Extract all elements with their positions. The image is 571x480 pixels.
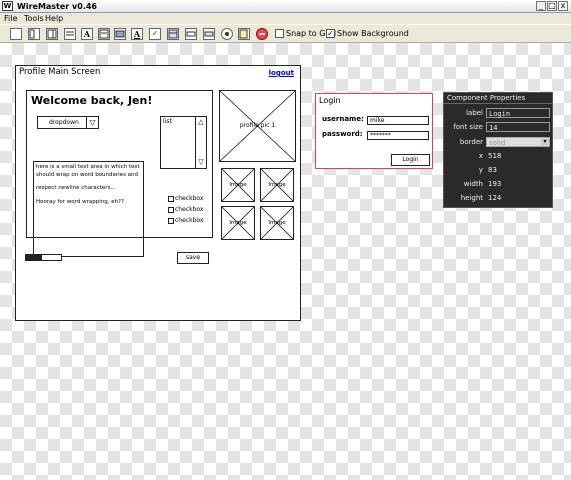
snap-to-grid-checkbox[interactable]	[275, 29, 284, 38]
checkbox-icon	[168, 195, 174, 202]
menu-file[interactable]: File	[4, 13, 17, 24]
mockup-image[interactable]: Image	[221, 168, 255, 202]
rectangle-tool-icon[interactable]	[10, 28, 22, 40]
prop-width-label: width	[463, 180, 483, 188]
mockup-dropdown-label: dropdown	[49, 119, 79, 126]
mockup-login-dialog[interactable]: Login username: mike password: ******* L…	[315, 93, 433, 169]
prop-width-value[interactable]: 193	[486, 179, 550, 189]
mockup-image[interactable]: Image	[221, 206, 255, 240]
list-tool-icon[interactable]	[64, 28, 76, 40]
prop-font-size-input[interactable]: 14	[486, 122, 550, 132]
stop-icon[interactable]	[256, 28, 268, 40]
mockup-checkbox[interactable]: checkbox	[168, 195, 203, 202]
prop-font-size-label: font size	[453, 123, 483, 131]
mockup-checkbox[interactable]: checkbox	[168, 206, 203, 213]
note-tool-icon[interactable]	[238, 28, 250, 40]
mockup-screen-title: Profile Main Screen	[19, 67, 101, 77]
mockup-profile-screen[interactable]: Profile Main Screen logout Welcome back,…	[15, 65, 301, 321]
prop-height-label: height	[460, 194, 483, 202]
text-tool-icon[interactable]: A	[81, 28, 93, 40]
scroll-down-icon[interactable]: ▽	[196, 157, 206, 168]
textarea-tool-icon[interactable]	[98, 28, 110, 40]
label-tool-icon[interactable]: A	[131, 28, 143, 40]
prop-y-label: y	[478, 166, 483, 174]
mockup-image-label: Image	[268, 182, 286, 188]
username-field[interactable]: mike	[367, 116, 429, 125]
minimize-button[interactable]: _	[536, 1, 546, 11]
username-label: username:	[322, 115, 364, 123]
mockup-dropdown[interactable]: dropdown ▽	[37, 116, 99, 129]
table-tool-icon[interactable]	[167, 28, 179, 40]
close-button[interactable]: x	[558, 1, 568, 11]
dropdown-tool-icon[interactable]	[185, 28, 197, 40]
password-label: password:	[322, 130, 363, 138]
mockup-checkbox-label: checkbox	[175, 195, 204, 202]
component-properties-panel: Component Properties label Login font si…	[443, 92, 553, 208]
window-title: WireMaster v0.46	[17, 2, 97, 11]
image-tool-icon[interactable]	[114, 28, 126, 40]
login-title: Login	[319, 96, 341, 105]
mockup-image-label: Image	[229, 220, 247, 226]
mockup-image-label: Image	[268, 220, 286, 226]
mockup-profile-pic[interactable]: profile pic 1	[219, 90, 296, 162]
prop-x-label: x	[478, 152, 483, 160]
chevron-down-icon[interactable]: ▾	[541, 138, 549, 146]
window-tool-icon[interactable]	[46, 28, 58, 40]
maximize-button[interactable]: □	[547, 1, 557, 11]
menu-help[interactable]: Help	[45, 13, 63, 24]
mockup-image-label: Image	[229, 182, 247, 188]
mockup-checkbox-label: checkbox	[175, 217, 204, 224]
textarea-line: here is a small text area in which text …	[36, 164, 140, 178]
mockup-profile-pic-label: profile pic 1	[239, 122, 276, 129]
show-background-label: Show Background	[337, 29, 409, 38]
textarea-line: Hooray for word wrapping, eh??	[36, 198, 124, 205]
menu-bar: File Tools Help	[0, 13, 571, 24]
app-window: W WireMaster v0.46 _ □ x File Tools Help…	[0, 0, 571, 480]
mockup-logout-link[interactable]: logout	[269, 69, 294, 77]
mockup-image[interactable]: Image	[260, 206, 294, 240]
prop-x-value[interactable]: 518	[486, 151, 550, 161]
mockup-welcome-heading: Welcome back, Jen!	[31, 94, 153, 107]
design-canvas[interactable]: Profile Main Screen logout Welcome back,…	[0, 43, 571, 480]
login-button[interactable]: Login	[391, 154, 430, 166]
prop-label-input[interactable]: Login	[486, 108, 550, 118]
app-logo-icon: W	[2, 1, 13, 11]
prop-border-select[interactable]: solid ▾	[486, 137, 550, 147]
properties-title: Component Properties	[444, 93, 552, 104]
toolbar: A A ✓ Snap to Grid ✓ Show Background	[0, 24, 571, 43]
checkbox-icon	[168, 217, 174, 224]
scroll-up-icon[interactable]: △	[196, 117, 206, 128]
prop-y-value[interactable]: 83	[486, 165, 550, 175]
chevron-down-icon[interactable]: ▽	[86, 116, 99, 129]
mockup-checkbox[interactable]: checkbox	[168, 217, 203, 224]
button-tool-icon[interactable]	[203, 28, 215, 40]
prop-height-value[interactable]: 124	[486, 193, 550, 203]
mockup-image[interactable]: Image	[260, 168, 294, 202]
mockup-checkbox-label: checkbox	[175, 206, 204, 213]
mockup-save-button[interactable]: save	[177, 252, 209, 264]
menu-tools[interactable]: Tools	[24, 13, 44, 24]
mockup-list-label: list	[163, 118, 172, 125]
prop-border-value: solid	[489, 139, 506, 147]
panel-tool-icon[interactable]	[28, 28, 40, 40]
title-bar[interactable]: W WireMaster v0.46 _ □ x	[0, 0, 571, 13]
mockup-listbox[interactable]: list △ ▽	[160, 116, 207, 169]
checkbox-tool-icon[interactable]: ✓	[149, 28, 161, 40]
radio-tool-icon[interactable]	[221, 28, 233, 40]
checkbox-icon	[168, 206, 174, 213]
prop-label-label: label	[466, 109, 483, 117]
mockup-content-panel[interactable]: Welcome back, Jen! dropdown ▽ list △ ▽ h…	[26, 90, 213, 257]
prop-border-label: border	[459, 138, 483, 146]
mockup-list-scrollbar[interactable]: △ ▽	[195, 117, 206, 168]
progress-fill	[26, 255, 42, 260]
password-field[interactable]: *******	[367, 131, 429, 140]
show-background-checkbox[interactable]: ✓	[326, 29, 335, 38]
textarea-line: respect newline characters...	[36, 185, 116, 191]
mockup-progress-bar	[25, 254, 62, 261]
mockup-textarea[interactable]: here is a small text area in which text …	[33, 161, 144, 257]
